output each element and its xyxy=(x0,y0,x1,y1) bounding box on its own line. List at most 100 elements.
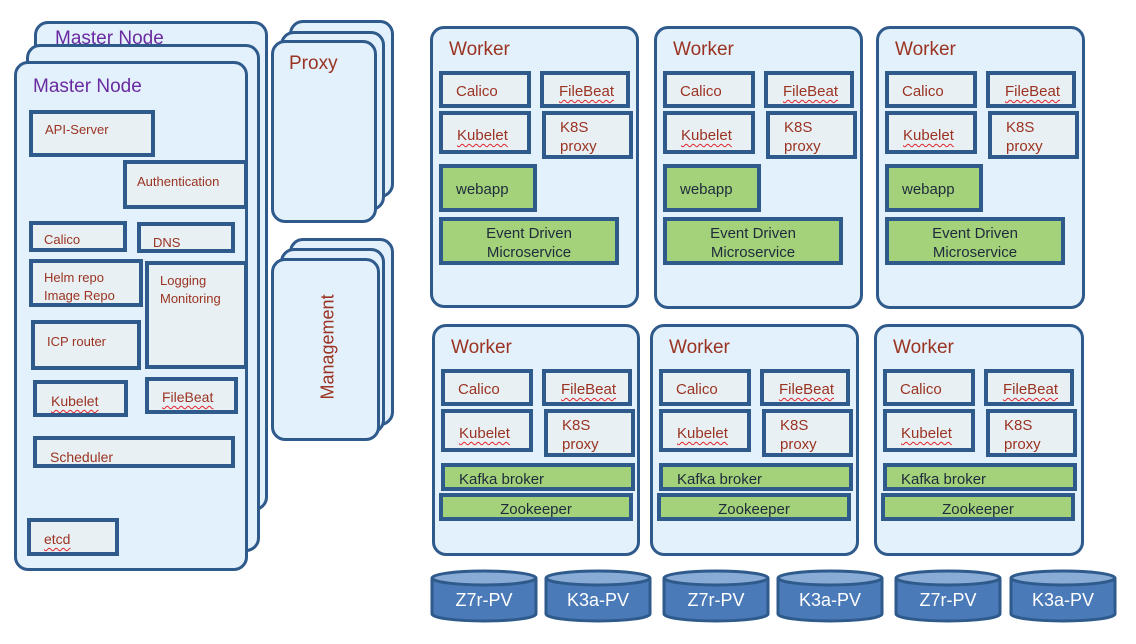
k8s-proxy-component[interactable]: K8S proxy xyxy=(988,111,1079,159)
volume-label: K3a-PV xyxy=(1031,590,1095,610)
kubelet-component[interactable]: Kubelet xyxy=(659,409,751,452)
monitoring-label: Monitoring xyxy=(160,291,221,306)
volume-label: Z7r-PV xyxy=(455,590,513,610)
kubelet-label: Kubelet xyxy=(51,393,99,409)
filebeat-label: FileBeat xyxy=(783,83,839,100)
filebeat-label: FileBeat xyxy=(561,381,617,398)
calico-component[interactable]: Calico xyxy=(663,71,755,108)
calico-label: Calico xyxy=(456,83,498,100)
kubelet-label: Kubelet xyxy=(681,127,732,144)
filebeat-label: FileBeat xyxy=(559,83,615,100)
persistent-volume[interactable]: K3a-PV xyxy=(1008,568,1118,624)
k8s-proxy-component[interactable]: K8S proxy xyxy=(986,409,1077,457)
api-server-component[interactable]: API-Server xyxy=(29,110,155,157)
worker-title: Worker xyxy=(895,39,956,60)
zookeeper-label: Zookeeper xyxy=(500,501,572,518)
image-repo-label: Image Repo xyxy=(44,288,115,303)
event-driven-label: Event Driven xyxy=(932,225,1018,242)
dns-component[interactable]: DNS xyxy=(137,222,235,253)
kubelet-label: Kubelet xyxy=(459,425,510,442)
k8s-proxy-component[interactable]: K8S proxy xyxy=(762,409,853,457)
authentication-component[interactable]: Authentication xyxy=(123,160,248,209)
kafka-broker-component[interactable]: Kafka broker xyxy=(883,463,1077,491)
etcd-component[interactable]: etcd xyxy=(27,518,119,556)
calico-component[interactable]: Calico xyxy=(441,369,533,406)
management-node[interactable]: Management xyxy=(271,258,380,441)
event-driven-microservice-component[interactable]: Event Driven Microservice xyxy=(439,217,619,265)
kubelet-label: Kubelet xyxy=(901,425,952,442)
filebeat-label: FileBeat xyxy=(1003,381,1059,398)
microservice-label: Microservice xyxy=(710,244,796,261)
kubelet-label: Kubelet xyxy=(903,127,954,144)
k8s-proxy-component[interactable]: K8S proxy xyxy=(766,111,857,159)
kubelet-component[interactable]: Kubelet xyxy=(441,409,533,452)
dns-label: DNS xyxy=(153,235,181,250)
zookeeper-label: Zookeeper xyxy=(942,501,1014,518)
event-driven-microservice-component[interactable]: Event Driven Microservice xyxy=(885,217,1065,265)
calico-label: Calico xyxy=(44,232,81,247)
k8s-label: K8S xyxy=(784,119,813,136)
calico-component[interactable]: Calico xyxy=(659,369,751,406)
k8s-proxy-component[interactable]: K8S proxy xyxy=(544,409,635,457)
persistent-volume[interactable]: K3a-PV xyxy=(775,568,885,624)
proxy-label: proxy xyxy=(784,138,821,155)
kafka-broker-component[interactable]: Kafka broker xyxy=(441,463,635,491)
zookeeper-component[interactable]: Zookeeper xyxy=(881,493,1075,521)
kubelet-component[interactable]: Kubelet xyxy=(885,111,977,154)
event-driven-microservice-component[interactable]: Event Driven Microservice xyxy=(663,217,843,265)
calico-label: Calico xyxy=(902,83,944,100)
event-driven-label: Event Driven xyxy=(710,225,796,242)
persistent-volume[interactable]: Z7r-PV xyxy=(661,568,771,624)
proxy-label: proxy xyxy=(1006,138,1043,155)
worker-title: Worker xyxy=(449,39,510,60)
calico-component[interactable]: Calico xyxy=(439,71,531,108)
kubelet-component[interactable]: Kubelet xyxy=(439,111,531,154)
zookeeper-component[interactable]: Zookeeper xyxy=(657,493,851,521)
persistent-volume[interactable]: Z7r-PV xyxy=(893,568,1003,624)
webapp-label: webapp xyxy=(456,181,509,198)
worker-title: Worker xyxy=(893,337,954,358)
proxy-node[interactable]: Proxy xyxy=(271,40,377,223)
k8s-label: K8S xyxy=(780,417,809,434)
microservice-label: Microservice xyxy=(932,244,1018,261)
filebeat-component[interactable]: FileBeat xyxy=(145,377,238,414)
filebeat-label: FileBeat xyxy=(1005,83,1061,100)
webapp-component[interactable]: webapp xyxy=(439,164,537,212)
filebeat-component[interactable]: FileBeat xyxy=(540,71,630,108)
management-title: Management xyxy=(317,294,338,400)
icp-router-label: ICP router xyxy=(47,334,107,349)
k8s-label: K8S xyxy=(1006,119,1035,136)
helm-image-repo-component[interactable]: Helm repo Image Repo xyxy=(29,259,143,307)
calico-label: Calico xyxy=(676,381,718,398)
zookeeper-component[interactable]: Zookeeper xyxy=(439,493,633,521)
kafka-broker-component[interactable]: Kafka broker xyxy=(659,463,853,491)
persistent-volume[interactable]: K3a-PV xyxy=(543,568,653,624)
kafka-broker-label: Kafka broker xyxy=(901,471,987,488)
filebeat-component[interactable]: FileBeat xyxy=(984,369,1074,406)
webapp-component[interactable]: webapp xyxy=(885,164,983,212)
kubelet-component[interactable]: Kubelet xyxy=(883,409,975,452)
calico-component[interactable]: Calico xyxy=(883,369,975,406)
calico-label: Calico xyxy=(680,83,722,100)
logging-monitoring-component[interactable]: Logging Monitoring xyxy=(145,261,248,369)
helm-repo-label: Helm repo xyxy=(44,270,104,285)
volume-label: K3a-PV xyxy=(798,590,862,610)
k8s-proxy-component[interactable]: K8S proxy xyxy=(542,111,633,159)
filebeat-component[interactable]: FileBeat xyxy=(764,71,854,108)
persistent-volume[interactable]: Z7r-PV xyxy=(429,568,539,624)
kubelet-component[interactable]: Kubelet xyxy=(663,111,755,154)
icp-router-component[interactable]: ICP router xyxy=(31,320,141,370)
calico-label: Calico xyxy=(900,381,942,398)
calico-component[interactable]: Calico xyxy=(29,221,127,252)
microservice-label: Microservice xyxy=(486,244,572,261)
kubelet-component[interactable]: Kubelet xyxy=(33,380,128,417)
scheduler-label: Scheduler xyxy=(50,449,114,465)
etcd-label: etcd xyxy=(44,531,71,547)
calico-component[interactable]: Calico xyxy=(885,71,977,108)
logging-label: Logging xyxy=(160,273,207,288)
filebeat-component[interactable]: FileBeat xyxy=(542,369,632,406)
scheduler-component[interactable]: Scheduler xyxy=(33,436,235,468)
filebeat-component[interactable]: FileBeat xyxy=(986,71,1076,108)
filebeat-component[interactable]: FileBeat xyxy=(760,369,850,406)
webapp-component[interactable]: webapp xyxy=(663,164,761,212)
